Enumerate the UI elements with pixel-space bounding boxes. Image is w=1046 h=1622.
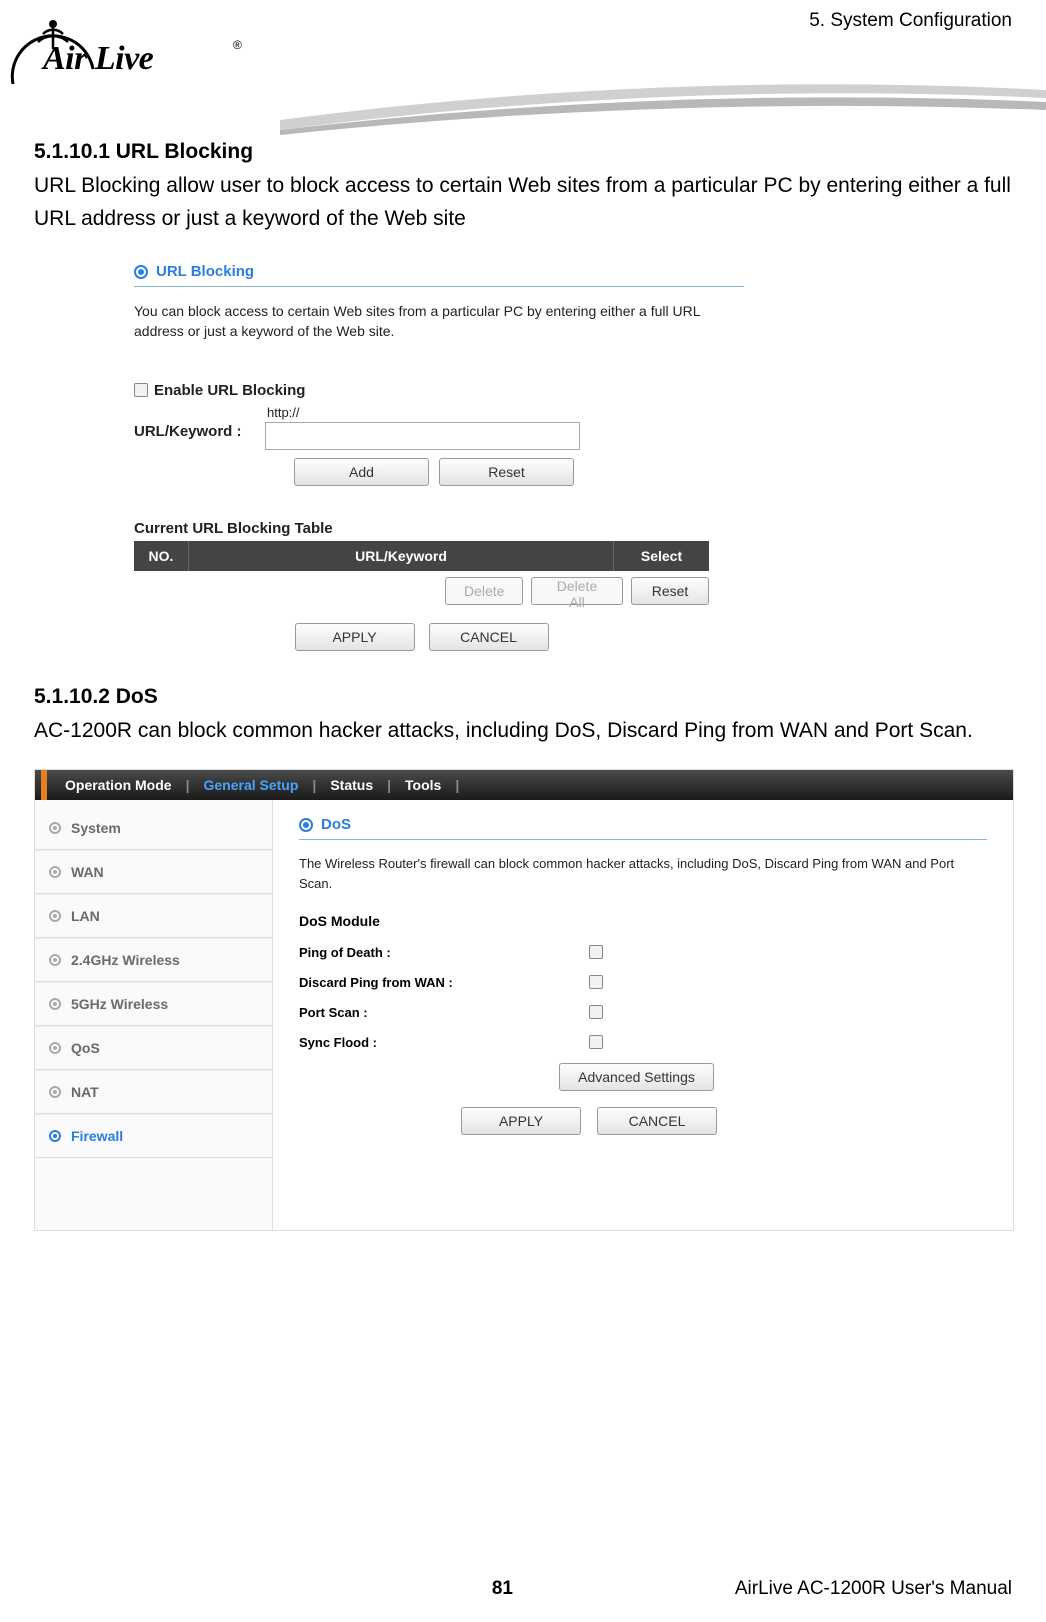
page-header: 5. System Configuration Air Live ® — [0, 0, 1046, 110]
section-heading-dos: 5.1.10.2 DoS — [34, 685, 1012, 709]
apply-button[interactable]: APPLY — [295, 623, 415, 651]
checkbox-sync-flood[interactable] — [589, 1035, 603, 1049]
sidebar-item-24ghz[interactable]: 2.4GHz Wireless — [35, 938, 272, 982]
sidebar-item-qos[interactable]: QoS — [35, 1026, 272, 1070]
dos-title-row: DoS — [299, 816, 987, 840]
page-content: 5.1.10.1 URL Blocking URL Blocking allow… — [0, 110, 1046, 1231]
th-no: NO. — [134, 541, 189, 571]
http-prefix: http:// — [267, 405, 580, 420]
label-ping-of-death: Ping of Death : — [299, 945, 589, 960]
radio-icon — [49, 910, 61, 922]
sidebar: System WAN LAN 2.4GHz Wireless 5GHz Wire… — [35, 800, 273, 1230]
sidebar-item-nat[interactable]: NAT — [35, 1070, 272, 1114]
sidebar-item-5ghz[interactable]: 5GHz Wireless — [35, 982, 272, 1026]
section-heading-url-blocking: 5.1.10.1 URL Blocking — [34, 140, 1012, 164]
tab-general-setup[interactable]: General Setup — [193, 777, 308, 793]
checkbox-ping-of-death[interactable] — [589, 945, 603, 959]
advanced-settings-button[interactable]: Advanced Settings — [559, 1063, 714, 1091]
panel-title: URL Blocking — [156, 263, 254, 280]
sidebar-item-wan[interactable]: WAN — [35, 850, 272, 894]
dos-cancel-button[interactable]: CANCEL — [597, 1107, 717, 1135]
airlive-logo: Air Live ® — [8, 12, 258, 92]
sidebar-item-system[interactable]: System — [35, 806, 272, 850]
delete-all-button[interactable]: Delete All — [531, 577, 623, 605]
radio-icon — [299, 818, 313, 832]
advanced-settings-row: Advanced Settings — [559, 1063, 987, 1091]
row-discard-ping: Discard Ping from WAN : — [299, 967, 987, 997]
url-blocking-panel: URL Blocking You can block access to cer… — [134, 257, 744, 651]
dos-description: The Wireless Router's firewall can block… — [299, 854, 987, 893]
add-reset-row: Add Reset — [294, 458, 744, 486]
dos-apply-row: APPLY CANCEL — [299, 1107, 879, 1135]
reset-button[interactable]: Reset — [439, 458, 574, 486]
chapter-title: 5. System Configuration — [809, 10, 1012, 32]
th-url: URL/Keyword — [189, 541, 614, 571]
section-body-url-blocking: URL Blocking allow user to block access … — [34, 170, 1012, 235]
radio-icon — [49, 822, 61, 834]
enable-url-blocking-label: Enable URL Blocking — [154, 382, 305, 399]
row-sync-flood: Sync Flood : — [299, 1027, 987, 1057]
section-title-dos: DoS — [116, 685, 158, 708]
enable-url-blocking-checkbox[interactable] — [134, 383, 148, 397]
dos-apply-button[interactable]: APPLY — [461, 1107, 581, 1135]
logo-registered: ® — [233, 38, 242, 52]
panel-title-row: URL Blocking — [134, 263, 744, 287]
url-keyword-row: URL/Keyword : http:// — [134, 405, 744, 450]
label-sync-flood: Sync Flood : — [299, 1035, 589, 1050]
radio-icon — [49, 1042, 61, 1054]
dos-panel: Operation Mode | General Setup | Status … — [34, 769, 1014, 1231]
radio-icon — [49, 1130, 61, 1142]
orange-accent-icon — [41, 770, 47, 800]
url-keyword-input[interactable] — [265, 422, 580, 450]
sidebar-item-firewall[interactable]: Firewall — [35, 1114, 272, 1158]
checkbox-discard-ping[interactable] — [589, 975, 603, 989]
enable-url-blocking-row: Enable URL Blocking — [134, 382, 744, 399]
url-blocking-table-header: NO. URL/Keyword Select — [134, 541, 709, 571]
dos-module-title: DoS Module — [299, 913, 987, 929]
radio-icon — [134, 265, 148, 279]
add-button[interactable]: Add — [294, 458, 429, 486]
dos-body: System WAN LAN 2.4GHz Wireless 5GHz Wire… — [35, 800, 1013, 1230]
section-title: URL Blocking — [116, 140, 253, 163]
sidebar-item-lan[interactable]: LAN — [35, 894, 272, 938]
current-table-title: Current URL Blocking Table — [134, 520, 744, 537]
section-number: 5.1.10.1 — [34, 140, 110, 163]
section-body-dos: AC-1200R can block common hacker attacks… — [34, 715, 1012, 748]
section-number-dos: 5.1.10.2 — [34, 685, 110, 708]
tab-operation-mode[interactable]: Operation Mode — [55, 777, 182, 793]
manual-name: AirLive AC-1200R User's Manual — [523, 1578, 1012, 1600]
checkbox-port-scan[interactable] — [589, 1005, 603, 1019]
delete-buttons-row: Delete Delete All Reset — [134, 577, 709, 605]
cancel-button[interactable]: CANCEL — [429, 623, 549, 651]
radio-icon — [49, 998, 61, 1010]
th-select: Select — [614, 541, 709, 571]
row-ping-of-death: Ping of Death : — [299, 937, 987, 967]
top-tab-bar: Operation Mode | General Setup | Status … — [35, 770, 1013, 800]
tab-tools[interactable]: Tools — [395, 777, 451, 793]
page-number: 81 — [34, 1578, 523, 1600]
reset-table-button[interactable]: Reset — [631, 577, 709, 605]
dos-main: DoS The Wireless Router's firewall can b… — [273, 800, 1013, 1230]
apply-cancel-row: APPLY CANCEL — [134, 623, 709, 651]
radio-icon — [49, 1086, 61, 1098]
page-footer: 81 AirLive AC-1200R User's Manual — [0, 1578, 1046, 1600]
row-port-scan: Port Scan : — [299, 997, 987, 1027]
label-port-scan: Port Scan : — [299, 1005, 589, 1020]
dos-title: DoS — [321, 816, 351, 833]
url-keyword-label: URL/Keyword : — [134, 405, 259, 440]
logo-text: Air Live — [43, 40, 153, 78]
radio-icon — [49, 954, 61, 966]
header-swoosh-icon — [280, 80, 1046, 135]
delete-button[interactable]: Delete — [445, 577, 523, 605]
label-discard-ping: Discard Ping from WAN : — [299, 975, 589, 990]
tab-status[interactable]: Status — [320, 777, 383, 793]
panel-description: You can block access to certain Web site… — [134, 301, 744, 342]
radio-icon — [49, 866, 61, 878]
